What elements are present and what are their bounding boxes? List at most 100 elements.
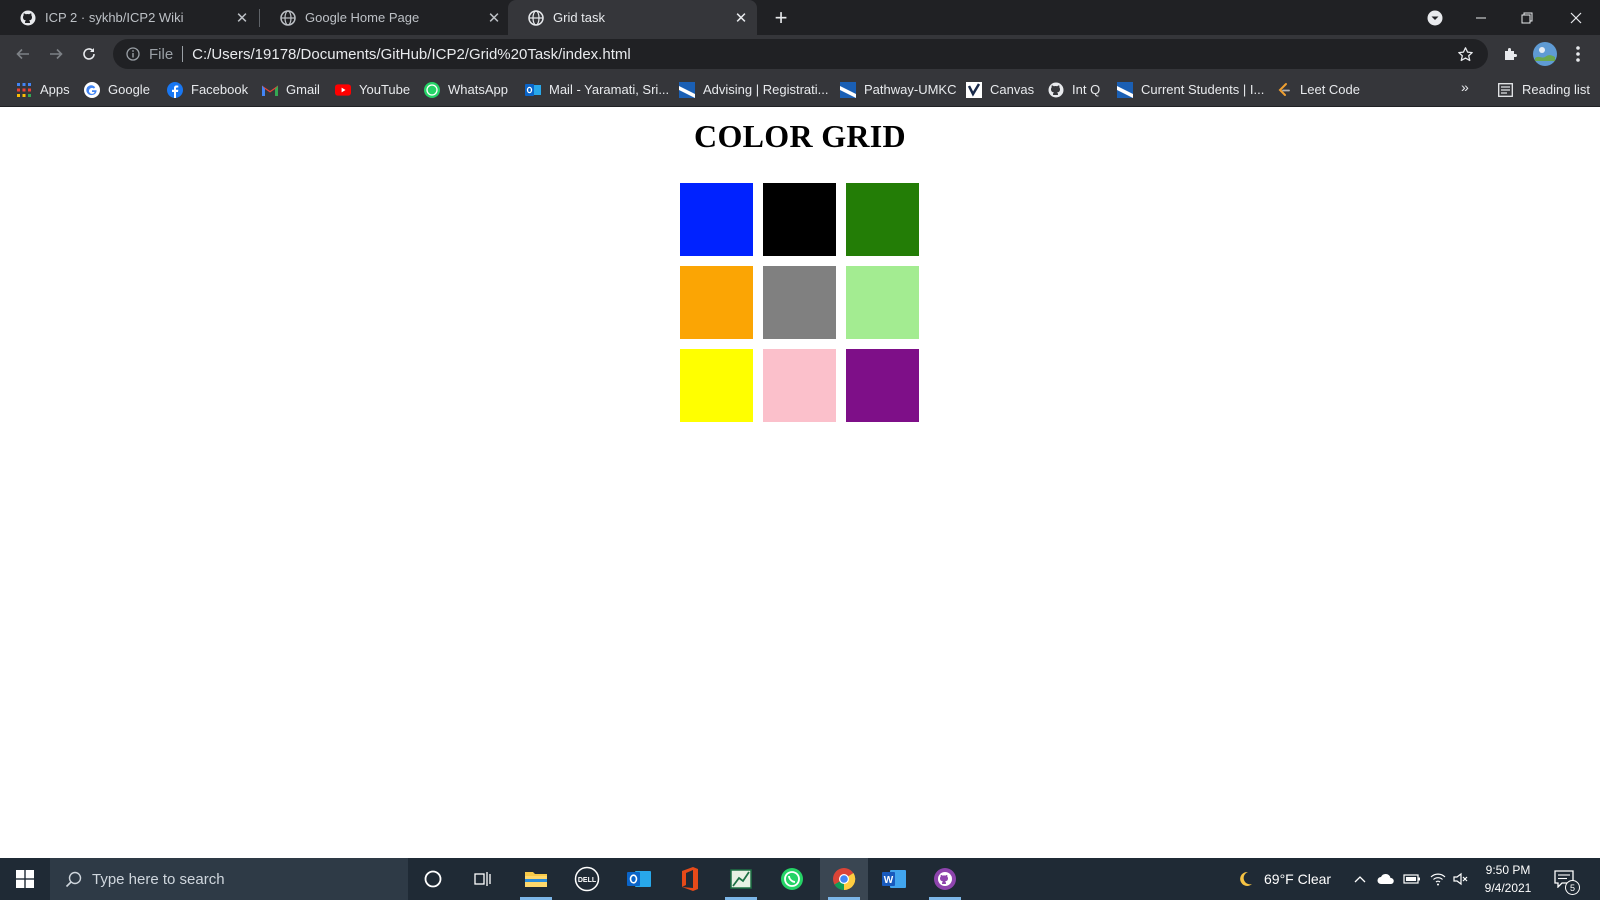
word-button[interactable]: W [870,858,918,900]
reading-list-label: Reading list [1522,82,1590,97]
chevron-down-icon [1427,10,1443,25]
github-desktop-button[interactable] [921,858,969,900]
battery-tray-button[interactable] [1403,858,1421,900]
weather-text: 69°F Clear [1264,871,1332,887]
reload-button[interactable] [74,39,104,69]
tab-google-home[interactable]: Google Home Page ✕ [260,0,510,35]
bookmark-apps[interactable]: Apps [16,79,70,100]
tab-label: Grid task [553,10,606,25]
bookmark-pathway-umkc[interactable]: Pathway-UMKC [840,79,956,100]
word-icon: W [882,870,906,888]
onedrive-tray-button[interactable] [1377,858,1395,900]
whatsapp-icon [424,81,440,98]
weather-widget[interactable]: 69°F Clear [1236,858,1331,900]
minimize-button[interactable] [1458,0,1504,35]
bookmark-label: Apps [40,82,70,97]
tab-label: Google Home Page [305,10,420,25]
bookmark-label: Int Q [1072,82,1101,97]
new-tab-button[interactable]: + [768,5,794,31]
reading-list-icon [1497,82,1513,98]
address-bar[interactable]: File C:/Users/19178/Documents/GitHub/ICP… [113,39,1488,69]
color-grid [680,183,919,422]
search-icon [64,870,82,888]
bookmark-leet-code[interactable]: Leet Code [1276,79,1360,100]
browser-toolbar: File C:/Users/19178/Documents/GitHub/ICP… [0,35,1600,72]
close-icon[interactable]: ✕ [731,8,751,28]
bookmark-youtube[interactable]: YouTube [335,79,410,100]
tab-label: ICP 2 · sykhb/ICP2 Wiki [45,10,184,25]
chrome-button[interactable] [820,858,868,900]
outlook-icon [525,82,541,98]
omnibox-divider [182,46,184,62]
action-center-button[interactable]: 5 [1550,866,1580,895]
bookmarks-bar: Apps Google Facebook Gmail YouTube Whats… [0,72,1600,107]
screen: ICP 2 · sykhb/ICP2 Wiki ✕ Google Home Pa… [0,0,1600,900]
restore-button[interactable] [1504,0,1550,35]
arrow-left-icon [16,48,29,60]
outlook-icon [627,871,651,887]
color-cell [763,266,836,339]
arrow-right-icon [50,48,63,60]
color-cell [846,183,919,256]
show-hidden-icons-button[interactable] [1354,858,1366,900]
bookmark-star-icon[interactable] [1456,45,1474,63]
kebab-menu-icon [1576,46,1580,62]
office-button[interactable] [666,858,714,900]
menu-button[interactable] [1563,39,1593,69]
info-icon[interactable] [125,46,141,62]
speaker-muted-icon [1453,872,1468,886]
bookmark-mail[interactable]: Mail - Yaramati, Sri... [525,79,669,100]
clock-time: 9:50 PM [1485,863,1531,877]
apps-grid-icon [16,82,32,98]
bookmark-label: Gmail [286,82,320,97]
bookmark-gmail[interactable]: Gmail [262,79,320,100]
github-icon [1048,82,1064,98]
bookmark-label: Pathway-UMKC [864,82,957,97]
cloud-icon [1377,873,1394,884]
bookmark-facebook[interactable]: Facebook [167,79,248,100]
back-button[interactable] [8,39,38,69]
dell-button[interactable]: DELL [563,858,611,900]
dell-icon: DELL [574,866,600,892]
umkc-icon [840,81,856,98]
extensions-button[interactable] [1496,39,1526,69]
file-explorer-button[interactable] [512,858,560,900]
bookmark-advising[interactable]: Advising | Registrati... [679,79,828,100]
start-button[interactable] [0,858,50,900]
search-placeholder: Type here to search [92,870,225,888]
github-icon [20,10,36,26]
volume-tray-button[interactable] [1453,858,1469,900]
excel-button[interactable] [717,858,765,900]
scheme-label: File [149,45,174,63]
bookmark-label: Facebook [191,82,249,97]
taskbar-clock[interactable]: 9:50 PM 9/4/2021 [1478,861,1538,897]
globe-icon [280,9,296,26]
forward-button[interactable] [41,39,71,69]
taskbar-search-box[interactable]: Type here to search [50,858,408,900]
close-icon[interactable]: ✕ [232,8,252,28]
bookmarks-overflow-button[interactable]: » [1461,79,1469,95]
url-text[interactable]: C:/Users/19178/Documents/GitHub/ICP2/Gri… [192,46,631,63]
cortana-button[interactable] [409,858,457,900]
task-view-button[interactable] [459,858,507,900]
profile-avatar[interactable] [1530,39,1560,69]
tab-icp2-wiki[interactable]: ICP 2 · sykhb/ICP2 Wiki ✕ [0,0,258,35]
task-view-icon [474,872,491,886]
tab-search-button[interactable] [1412,0,1458,35]
bookmark-canvas[interactable]: Canvas [966,79,1034,100]
bookmark-int-q[interactable]: Int Q [1048,79,1100,100]
close-window-button[interactable] [1552,0,1600,35]
bookmark-label: YouTube [359,82,411,97]
outlook-button[interactable] [615,858,663,900]
chrome-icon [833,868,856,891]
bookmark-whatsapp[interactable]: WhatsApp [424,79,508,100]
reading-list-button[interactable]: Reading list [1497,79,1590,100]
tab-grid-task[interactable]: Grid task ✕ [508,0,757,35]
bookmark-google[interactable]: Google [84,79,150,100]
close-icon[interactable]: ✕ [484,8,504,28]
bookmark-label: Mail - Yaramati, Sri... [549,82,670,97]
wifi-icon [1430,873,1446,886]
network-tray-button[interactable] [1430,858,1446,900]
whatsapp-button[interactable] [768,858,816,900]
bookmark-current-students[interactable]: Current Students | I... [1117,79,1264,100]
